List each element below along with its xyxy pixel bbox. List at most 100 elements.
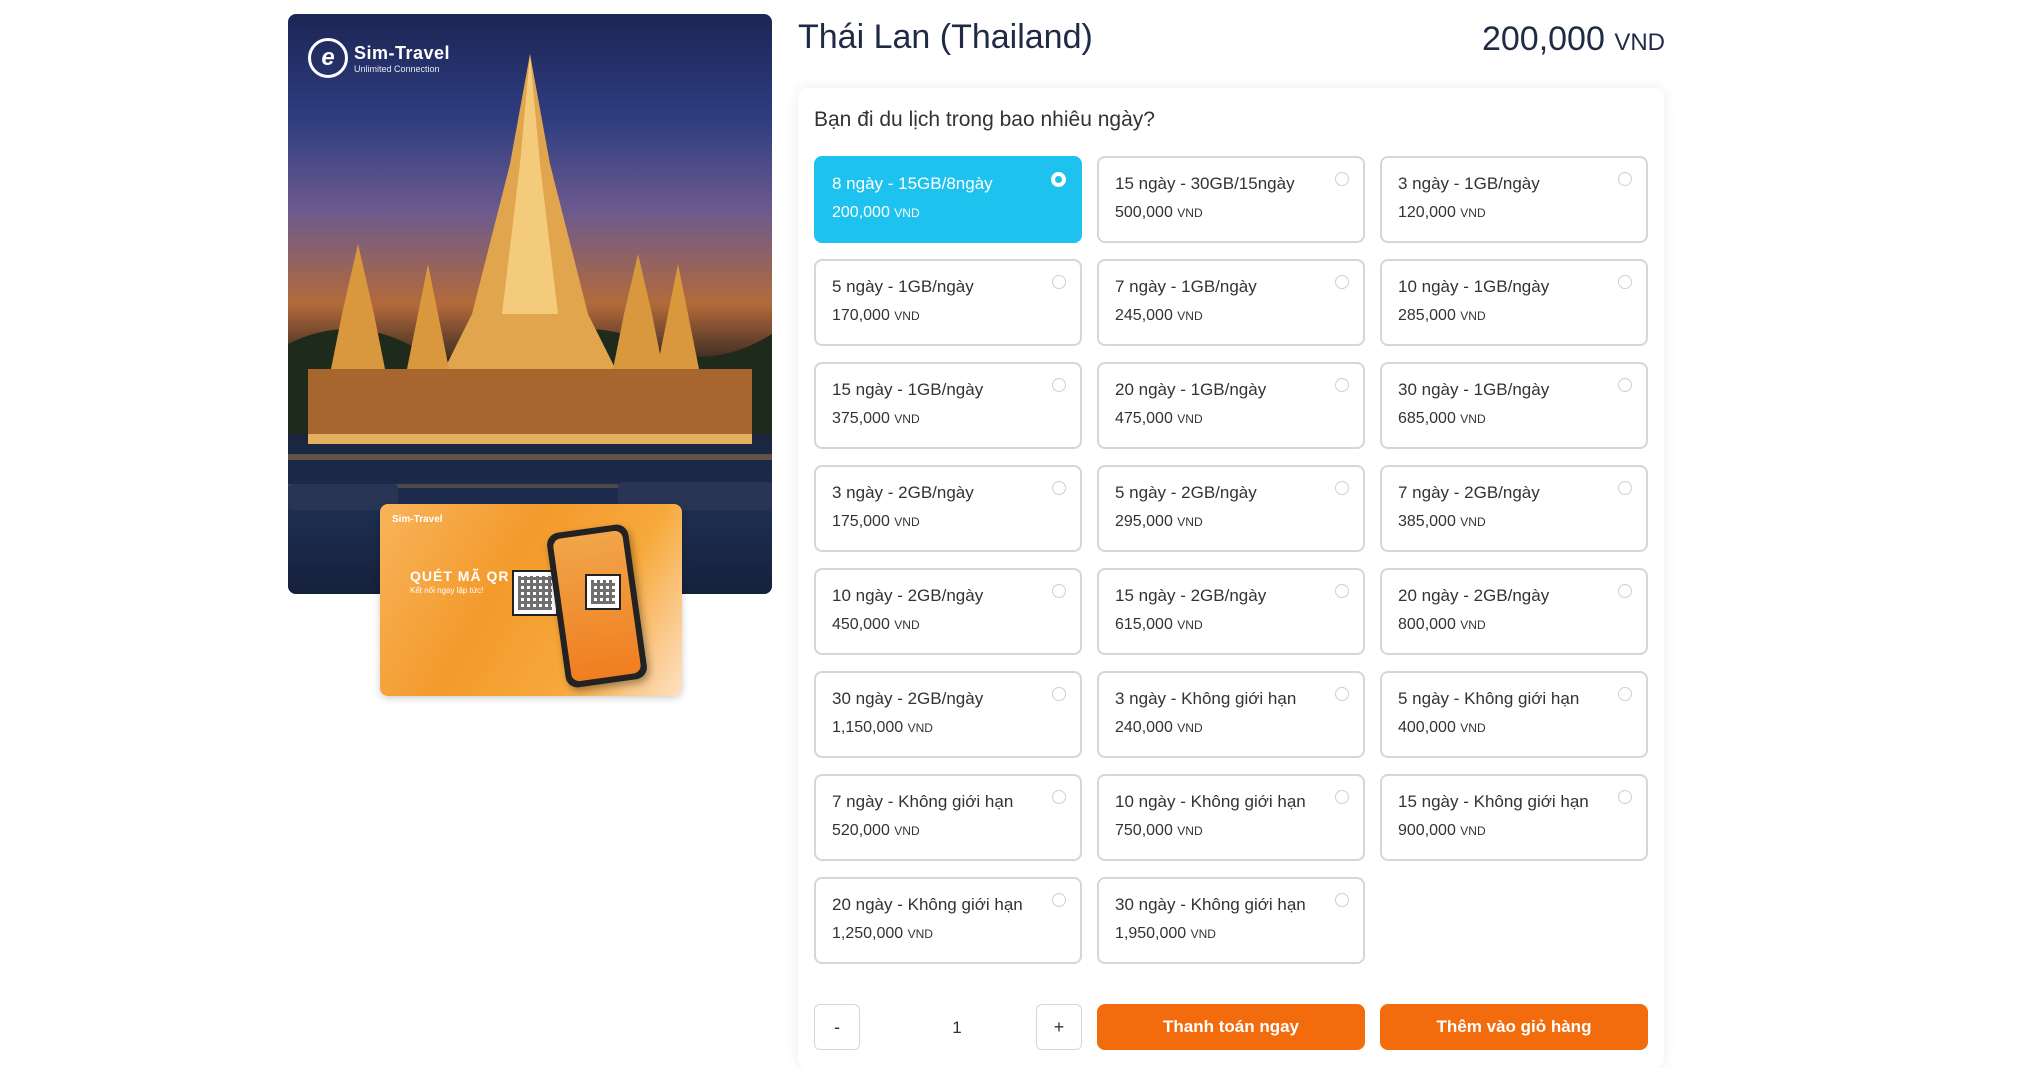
package-option-currency: VND — [894, 412, 920, 426]
package-option[interactable]: 10 ngày - 1GB/ngày 285,000 VND — [1380, 259, 1648, 346]
package-option-name: 10 ngày - 2GB/ngày — [832, 586, 984, 605]
duration-question: Bạn đi du lịch trong bao nhiêu ngày? — [814, 108, 1155, 131]
package-option-price: 120,000 VND — [1398, 204, 1630, 222]
package-option-currency: VND — [894, 206, 920, 220]
radio-icon[interactable] — [1052, 275, 1066, 289]
package-option-price: 1,250,000 VND — [832, 925, 1064, 943]
package-option[interactable]: 3 ngày - 2GB/ngày 175,000 VND — [814, 465, 1082, 552]
package-option-currency: VND — [1177, 618, 1203, 632]
radio-icon[interactable] — [1335, 687, 1349, 701]
package-option[interactable]: 15 ngày - 1GB/ngày 375,000 VND — [814, 362, 1082, 449]
package-option-name: 7 ngày - 2GB/ngày — [1398, 483, 1540, 502]
package-option-price-value: 615,000 — [1115, 616, 1173, 633]
package-option-price: 385,000 VND — [1398, 513, 1630, 531]
package-option-price-value: 375,000 — [832, 410, 890, 427]
package-option[interactable]: 5 ngày - 2GB/ngày 295,000 VND — [1097, 465, 1365, 552]
package-option[interactable]: 5 ngày - Không giới hạn 400,000 VND — [1380, 671, 1648, 758]
radio-icon[interactable] — [1335, 378, 1349, 392]
package-option-currency: VND — [894, 309, 920, 323]
package-option-name: 15 ngày - 2GB/ngày — [1115, 586, 1267, 605]
radio-icon[interactable] — [1618, 172, 1632, 186]
brand-logo: e Sim-Travel Unlimited Connection — [308, 38, 450, 78]
package-option[interactable]: 30 ngày - Không giới hạn 1,950,000 VND — [1097, 877, 1365, 964]
radio-icon[interactable] — [1618, 687, 1632, 701]
radio-icon[interactable] — [1335, 790, 1349, 804]
package-option-name: 3 ngày - 2GB/ngày — [832, 483, 974, 502]
package-option[interactable]: 30 ngày - 2GB/ngày 1,150,000 VND — [814, 671, 1082, 758]
package-option-name: 30 ngày - 2GB/ngày — [832, 689, 984, 708]
package-option-price-value: 240,000 — [1115, 719, 1173, 736]
package-option[interactable]: 3 ngày - Không giới hạn 240,000 VND — [1097, 671, 1365, 758]
package-option[interactable]: 15 ngày - 30GB/15ngày 500,000 VND — [1097, 156, 1365, 243]
package-option[interactable]: 8 ngày - 15GB/8ngày 200,000 VND — [814, 156, 1082, 243]
radio-icon[interactable] — [1618, 790, 1632, 804]
radio-icon[interactable] — [1052, 790, 1066, 804]
package-option-price-value: 170,000 — [832, 307, 890, 324]
package-option-grid: 8 ngày - 15GB/8ngày 200,000 VND 15 ngày - … — [814, 156, 1648, 964]
package-option[interactable]: 20 ngày - 1GB/ngày 475,000 VND — [1097, 362, 1365, 449]
package-option-price-value: 685,000 — [1398, 410, 1456, 427]
add-to-cart-button[interactable]: Thêm vào giỏ hàng — [1380, 1004, 1648, 1050]
radio-icon[interactable] — [1618, 275, 1632, 289]
package-option[interactable]: 5 ngày - 1GB/ngày 170,000 VND — [814, 259, 1082, 346]
package-option-price-value: 450,000 — [832, 616, 890, 633]
package-option[interactable]: 20 ngày - 2GB/ngày 800,000 VND — [1380, 568, 1648, 655]
brand-name: Sim-Travel — [354, 42, 451, 63]
package-option-price: 500,000 VND — [1115, 204, 1347, 222]
quantity-increment-button[interactable]: + — [1036, 1004, 1082, 1050]
package-option-price-value: 900,000 — [1398, 822, 1456, 839]
package-option-currency: VND — [907, 721, 933, 735]
radio-icon[interactable] — [1052, 687, 1066, 701]
package-option-price: 800,000 VND — [1398, 616, 1630, 634]
promo-subtitle: Kết nối ngay lập tức! — [410, 586, 484, 595]
package-option-price: 1,950,000 VND — [1115, 925, 1347, 943]
radio-icon[interactable] — [1335, 584, 1349, 598]
package-option[interactable]: 7 ngày - Không giới hạn 520,000 VND — [814, 774, 1082, 861]
radio-icon[interactable] — [1618, 481, 1632, 495]
package-option-name: 7 ngày - Không giới hạn — [832, 792, 1014, 811]
radio-icon[interactable] — [1335, 481, 1349, 495]
radio-icon[interactable] — [1052, 378, 1066, 392]
package-option-price-value: 1,250,000 — [832, 925, 904, 942]
package-option-currency: VND — [1177, 206, 1203, 220]
package-option-currency: VND — [1190, 927, 1216, 941]
radio-icon[interactable] — [1051, 172, 1066, 187]
package-option[interactable]: 20 ngày - Không giới hạn 1,250,000 VND — [814, 877, 1082, 964]
buy-now-button[interactable]: Thanh toán ngay — [1097, 1004, 1365, 1050]
radio-icon[interactable] — [1335, 172, 1349, 186]
package-option[interactable]: 3 ngày - 1GB/ngày 120,000 VND — [1380, 156, 1648, 243]
qr-promo-card: Sim-Travel QUÉT MÃ QR Kết nối ngay lập t… — [380, 504, 682, 696]
package-option-price: 900,000 VND — [1398, 822, 1630, 840]
package-option[interactable]: 15 ngày - Không giới hạn 900,000 VND — [1380, 774, 1648, 861]
package-option[interactable]: 10 ngày - Không giới hạn 750,000 VND — [1097, 774, 1365, 861]
package-option-currency: VND — [1460, 618, 1486, 632]
package-option-price: 285,000 VND — [1398, 307, 1630, 325]
radio-icon[interactable] — [1618, 584, 1632, 598]
purchase-actions: - + Thanh toán ngay Thêm vào giỏ hàng — [814, 1004, 1648, 1052]
package-option-currency: VND — [1177, 412, 1203, 426]
package-option-name: 10 ngày - Không giới hạn — [1115, 792, 1306, 811]
radio-icon[interactable] — [1335, 893, 1349, 907]
package-option-name: 15 ngày - Không giới hạn — [1398, 792, 1589, 811]
package-option-price: 295,000 VND — [1115, 513, 1347, 531]
package-option-price: 200,000 VND — [832, 204, 1064, 222]
package-option[interactable]: 7 ngày - 1GB/ngày 245,000 VND — [1097, 259, 1365, 346]
radio-icon[interactable] — [1618, 378, 1632, 392]
radio-icon[interactable] — [1335, 275, 1349, 289]
radio-icon[interactable] — [1052, 481, 1066, 495]
package-option-price: 450,000 VND — [832, 616, 1064, 634]
package-option[interactable]: 30 ngày - 1GB/ngày 685,000 VND — [1380, 362, 1648, 449]
package-selector: Bạn đi du lịch trong bao nhiêu ngày? 8 n… — [798, 88, 1664, 1068]
package-option-price-value: 385,000 — [1398, 513, 1456, 530]
package-option-price: 170,000 VND — [832, 307, 1064, 325]
package-option[interactable]: 15 ngày - 2GB/ngày 615,000 VND — [1097, 568, 1365, 655]
radio-icon[interactable] — [1052, 584, 1066, 598]
radio-icon[interactable] — [1052, 893, 1066, 907]
quantity-decrement-button[interactable]: - — [814, 1004, 860, 1050]
quantity-input[interactable] — [872, 1004, 1042, 1052]
price-currency: VND — [1614, 29, 1665, 56]
package-option[interactable]: 7 ngày - 2GB/ngày 385,000 VND — [1380, 465, 1648, 552]
package-option[interactable]: 10 ngày - 2GB/ngày 450,000 VND — [814, 568, 1082, 655]
package-option-price-value: 475,000 — [1115, 410, 1173, 427]
package-option-price-value: 500,000 — [1115, 204, 1173, 221]
